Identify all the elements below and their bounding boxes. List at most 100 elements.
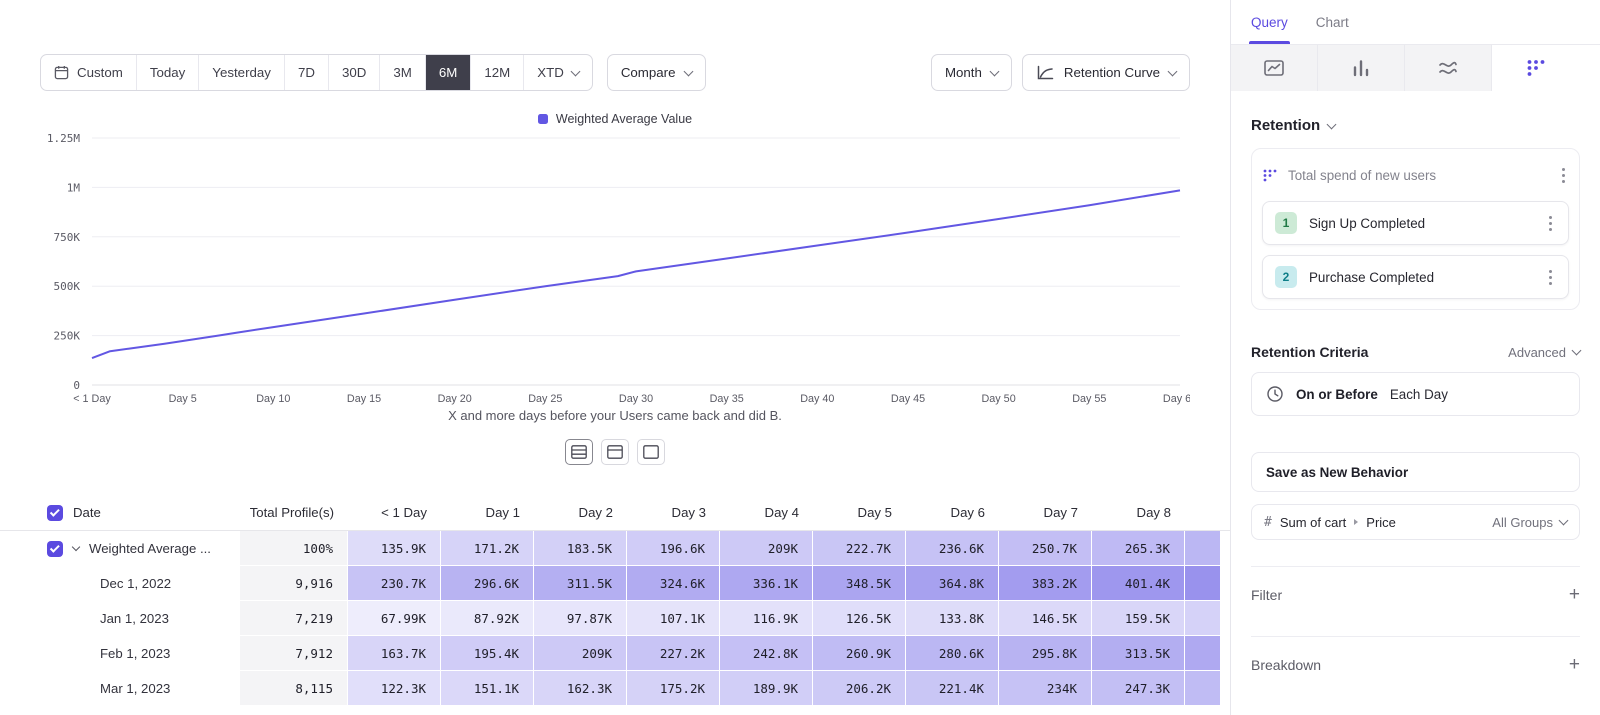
range-xtd-button[interactable]: XTD bbox=[523, 55, 592, 90]
table-row[interactable]: Weighted Average ...100%135.9K171.2K183.… bbox=[0, 531, 1230, 566]
chart-type-flow-button[interactable] bbox=[1405, 45, 1492, 91]
range-label: 6M bbox=[439, 65, 457, 80]
retention-cell: 183.5K bbox=[534, 531, 627, 566]
arrow-right-icon bbox=[1354, 519, 1358, 525]
clock-icon bbox=[1266, 385, 1284, 403]
range-label: Today bbox=[150, 65, 185, 80]
retention-cell: 175.2K bbox=[627, 671, 720, 706]
range-30d-button[interactable]: 30D bbox=[328, 55, 379, 90]
tab-chart[interactable]: Chart bbox=[1316, 0, 1349, 44]
granularity-label: Month bbox=[945, 65, 982, 80]
range-3m-button[interactable]: 3M bbox=[379, 55, 424, 90]
density-compact-button[interactable] bbox=[565, 439, 593, 465]
x-axis-tick: Day 60 bbox=[1163, 393, 1190, 405]
check-icon bbox=[49, 543, 59, 553]
y-axis-tick: 500K bbox=[54, 280, 81, 293]
add-breakdown-button[interactable]: + bbox=[1569, 655, 1580, 674]
table-row[interactable]: Mar 1, 20238,115122.3K151.1K162.3K175.2K… bbox=[0, 671, 1230, 706]
table-row[interactable]: Feb 1, 20237,912163.7K195.4K209K227.2K24… bbox=[0, 636, 1230, 671]
retention-cell: 227.2K bbox=[627, 636, 720, 671]
retention-cell: 171.2K bbox=[441, 531, 534, 566]
chart-type-retention-button[interactable] bbox=[1492, 45, 1579, 91]
chart-type-bar-button[interactable] bbox=[1318, 45, 1405, 91]
kebab-menu-icon[interactable] bbox=[1545, 266, 1556, 289]
kebab-menu-icon[interactable] bbox=[1558, 164, 1569, 187]
retention-cell: 242.8K bbox=[720, 636, 813, 671]
x-axis-tick: Day 10 bbox=[256, 393, 290, 405]
expand-chevron-icon[interactable] bbox=[72, 543, 80, 551]
range-7d-button[interactable]: 7D bbox=[284, 55, 328, 90]
add-filter-button[interactable]: + bbox=[1569, 585, 1580, 604]
column-header-partial bbox=[1185, 495, 1221, 530]
retention-line-chart[interactable]: 0250K500K750K1M1.25M< 1 DayDay 5Day 10Da… bbox=[40, 128, 1190, 413]
chevron-down-icon bbox=[1572, 346, 1582, 356]
chart-view-select[interactable]: Retention Curve bbox=[1022, 54, 1190, 91]
retention-curve-icon bbox=[1036, 65, 1055, 81]
groups-dropdown[interactable]: All Groups bbox=[1492, 515, 1567, 530]
column-header: Day 7 bbox=[999, 495, 1092, 530]
tab-query[interactable]: Query bbox=[1251, 0, 1288, 44]
table-row[interactable]: Jan 1, 20237,21967.99K87.92K97.87K107.1K… bbox=[0, 601, 1230, 636]
retention-section-title: Retention bbox=[1251, 117, 1320, 134]
granularity-select[interactable]: Month bbox=[931, 54, 1012, 91]
compare-button[interactable]: Compare bbox=[607, 54, 706, 91]
range-label: Yesterday bbox=[212, 65, 271, 80]
x-axis-tick: Day 55 bbox=[1072, 393, 1106, 405]
row-density-toggle bbox=[0, 439, 1230, 465]
step-label: Purchase Completed bbox=[1309, 270, 1434, 285]
retention-cell: 135.9K bbox=[348, 531, 441, 566]
chevron-down-icon bbox=[1327, 119, 1337, 129]
density-tall-button[interactable] bbox=[637, 439, 665, 465]
select-all-checkbox[interactable] bbox=[47, 505, 63, 521]
retention-cell: 280.6K bbox=[906, 636, 999, 671]
retention-cell: 209K bbox=[720, 531, 813, 566]
range-6m-button[interactable]: 6M bbox=[425, 55, 470, 90]
row-header: Feb 1, 2023 bbox=[0, 636, 240, 671]
chevron-down-icon bbox=[570, 66, 580, 76]
retention-criteria-title: Retention Criteria bbox=[1251, 344, 1368, 360]
chevron-down-icon bbox=[1168, 66, 1178, 76]
row-checkbox[interactable] bbox=[47, 541, 63, 557]
x-axis-tick: Day 30 bbox=[619, 393, 653, 405]
y-axis-tick: 0 bbox=[73, 379, 80, 392]
retention-cell: 296.6K bbox=[441, 566, 534, 601]
behavior-step-2[interactable]: 2Purchase Completed bbox=[1262, 255, 1569, 299]
range-custom-button[interactable]: Custom bbox=[41, 55, 136, 90]
behavior-grid-icon bbox=[1262, 168, 1278, 183]
range-yesterday-button[interactable]: Yesterday bbox=[198, 55, 284, 90]
advanced-dropdown[interactable]: Advanced bbox=[1508, 345, 1580, 360]
range-today-button[interactable]: Today bbox=[136, 55, 198, 90]
retention-cell: 97.87K bbox=[534, 601, 627, 636]
y-axis-tick: 1.25M bbox=[47, 132, 80, 145]
kebab-menu-icon[interactable] bbox=[1545, 212, 1556, 235]
range-12m-button[interactable]: 12M bbox=[470, 55, 523, 90]
retention-cell-partial bbox=[1185, 531, 1221, 566]
chart-type-line-button[interactable] bbox=[1231, 45, 1318, 91]
table-row[interactable]: Dec 1, 20229,916230.7K296.6K311.5K324.6K… bbox=[0, 566, 1230, 601]
behavior-step-1[interactable]: 1Sign Up Completed bbox=[1262, 201, 1569, 245]
retention-cell: 236.6K bbox=[906, 531, 999, 566]
column-header: Day 8 bbox=[1092, 495, 1185, 530]
toolbar-right-group: Month Retention Curve bbox=[931, 54, 1190, 91]
retention-section-header[interactable]: Retention bbox=[1231, 91, 1600, 148]
report-toolbar: Custom Today Yesterday 7D30D3M 6M 12MXTD Comp… bbox=[40, 54, 1190, 91]
x-axis-tick: Day 50 bbox=[981, 393, 1015, 405]
measure-row[interactable]: # Sum of cart Price All Groups bbox=[1251, 504, 1580, 540]
retention-timing-card[interactable]: On or Before Each Day bbox=[1251, 372, 1580, 416]
flow-chart-icon bbox=[1437, 58, 1459, 78]
legend-swatch bbox=[538, 114, 548, 124]
y-axis-tick: 750K bbox=[54, 231, 81, 244]
timing-label: On or Before bbox=[1296, 387, 1378, 402]
timing-window: Each Day bbox=[1390, 387, 1448, 402]
y-axis-tick: 250K bbox=[54, 330, 81, 343]
retention-cell: 195.4K bbox=[441, 636, 534, 671]
behavior-header[interactable]: Total spend of new users bbox=[1262, 159, 1569, 191]
save-as-new-behavior-button[interactable]: Save as New Behavior bbox=[1251, 452, 1580, 492]
column-header: Day 6 bbox=[906, 495, 999, 530]
table-header-row: DateTotal Profile(s)< 1 DayDay 1Day 2Day… bbox=[0, 495, 1230, 531]
retention-report-page: Custom Today Yesterday 7D30D3M 6M 12MXTD Comp… bbox=[0, 0, 1600, 715]
y-axis-tick: 1M bbox=[67, 181, 81, 194]
behavior-title: Total spend of new users bbox=[1288, 168, 1436, 183]
density-medium-button[interactable] bbox=[601, 439, 629, 465]
retention-cell: 189.9K bbox=[720, 671, 813, 706]
